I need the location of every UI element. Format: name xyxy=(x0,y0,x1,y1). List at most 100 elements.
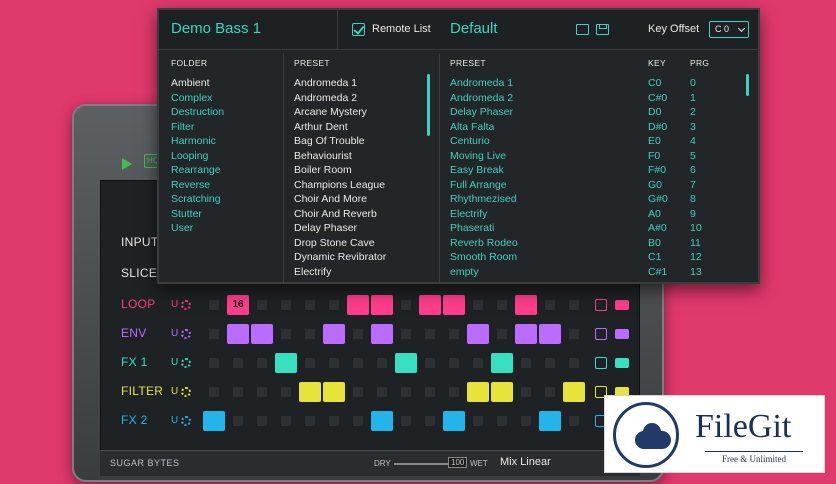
gear-icon[interactable] xyxy=(181,300,191,310)
step-cell[interactable] xyxy=(569,358,579,368)
step-cell[interactable] xyxy=(401,329,411,339)
step-cell[interactable] xyxy=(305,358,315,368)
gear-icon[interactable] xyxy=(181,358,191,368)
preset-title[interactable]: Demo Bass 1 xyxy=(171,20,261,37)
step-cell[interactable] xyxy=(209,329,219,339)
step-cell[interactable] xyxy=(233,387,243,397)
copy-icon[interactable] xyxy=(615,300,629,310)
step-cell[interactable] xyxy=(281,387,291,397)
step-cell[interactable] xyxy=(473,416,483,426)
active-step[interactable] xyxy=(299,382,321,402)
step-cell[interactable] xyxy=(425,416,435,426)
step-cell[interactable] xyxy=(305,329,315,339)
randomize-icon[interactable] xyxy=(595,299,607,311)
remote-preset-item[interactable]: Easy Break xyxy=(450,163,518,178)
step-cell[interactable] xyxy=(401,387,411,397)
remote-title[interactable]: Default xyxy=(450,20,498,37)
remote-key-item[interactable]: F0 xyxy=(648,149,668,164)
folder-item[interactable]: Looping xyxy=(171,149,224,164)
undo-button[interactable]: U xyxy=(171,386,178,397)
preset-item[interactable]: Arthur Dent xyxy=(294,120,386,135)
step-cell[interactable] xyxy=(257,387,267,397)
preset-item[interactable]: Arcane Mystery xyxy=(294,105,386,120)
step-cell[interactable] xyxy=(449,329,459,339)
active-step[interactable] xyxy=(443,411,465,431)
folder-item[interactable]: Scratching xyxy=(171,192,224,207)
remote-preset-item[interactable]: Reverb Rodeo xyxy=(450,236,518,251)
remote-preset-item[interactable]: empty xyxy=(450,265,518,280)
remote-key-item[interactable]: G#0 xyxy=(648,192,668,207)
step-cell[interactable] xyxy=(353,387,363,397)
remote-key-item[interactable]: C#0 xyxy=(648,91,668,106)
active-step[interactable] xyxy=(275,353,297,373)
remote-preset-item[interactable]: Smooth Room xyxy=(450,250,518,265)
row-label-fx2[interactable]: FX 2 xyxy=(121,413,148,427)
active-step[interactable] xyxy=(419,295,441,315)
remote-prg-item[interactable]: 1 xyxy=(690,91,702,106)
step-cell[interactable] xyxy=(209,387,219,397)
step-cell[interactable] xyxy=(209,300,219,310)
preset-item[interactable]: Bag Of Trouble xyxy=(294,134,386,149)
step-cell[interactable] xyxy=(281,416,291,426)
remote-key-item[interactable]: D0 xyxy=(648,105,668,120)
copy-icon[interactable] xyxy=(615,329,629,339)
preset-item[interactable]: Delay Phaser xyxy=(294,221,386,236)
play-icon[interactable] xyxy=(122,158,132,170)
step-cell[interactable] xyxy=(425,387,435,397)
remote-key-item[interactable]: C0 xyxy=(648,76,668,91)
step-cell[interactable] xyxy=(209,358,219,368)
row-label-fx1[interactable]: FX 1 xyxy=(121,355,148,369)
active-step[interactable] xyxy=(539,324,561,344)
remote-key-item[interactable]: C1 xyxy=(648,250,668,265)
randomize-icon[interactable] xyxy=(595,357,607,369)
step-cell[interactable] xyxy=(473,358,483,368)
step-cell[interactable] xyxy=(329,300,339,310)
step-cell[interactable] xyxy=(233,416,243,426)
active-step[interactable] xyxy=(467,324,489,344)
active-step[interactable] xyxy=(371,324,393,344)
step-cell[interactable] xyxy=(257,416,267,426)
remote-list-label[interactable]: Remote List xyxy=(372,23,431,35)
step-cell[interactable] xyxy=(353,358,363,368)
remote-preset-item[interactable]: Alta Falta xyxy=(450,120,518,135)
undo-button[interactable]: U xyxy=(171,415,178,426)
undo-button[interactable]: U xyxy=(171,357,178,368)
folder-item[interactable]: Ambient xyxy=(171,76,224,91)
preset-item[interactable]: Boiler Room xyxy=(294,163,386,178)
row-label-slice[interactable]: SLICE xyxy=(121,266,157,280)
step-cell[interactable] xyxy=(497,416,507,426)
active-step[interactable] xyxy=(467,382,489,402)
step-cell[interactable] xyxy=(473,300,483,310)
active-step[interactable] xyxy=(491,353,513,373)
remote-preset-item[interactable]: Electrify xyxy=(450,207,518,222)
step-cell[interactable] xyxy=(329,358,339,368)
remote-preset-item[interactable]: Rhythmezised xyxy=(450,192,518,207)
remote-prg-item[interactable]: 9 xyxy=(690,207,702,222)
remote-prg-item[interactable]: 0 xyxy=(690,76,702,91)
remote-prg-item[interactable]: 7 xyxy=(690,178,702,193)
active-step[interactable] xyxy=(227,324,249,344)
remote-key-item[interactable]: C#1 xyxy=(648,265,668,280)
folder-item[interactable]: Complex xyxy=(171,91,224,106)
step-cell[interactable] xyxy=(281,329,291,339)
active-step[interactable] xyxy=(251,324,273,344)
step-cell[interactable] xyxy=(401,300,411,310)
remote-preset-item[interactable]: Andromeda 1 xyxy=(450,76,518,91)
step-cell[interactable] xyxy=(281,300,291,310)
active-step[interactable] xyxy=(515,324,537,344)
folder-item[interactable]: User xyxy=(171,221,224,236)
active-step[interactable] xyxy=(491,382,513,402)
step-cell[interactable] xyxy=(353,329,363,339)
step-cell[interactable] xyxy=(521,358,531,368)
remote-prg-item[interactable]: 11 xyxy=(690,236,702,251)
step-cell[interactable] xyxy=(353,416,363,426)
remote-key-item[interactable]: A#0 xyxy=(648,221,668,236)
gear-icon[interactable] xyxy=(181,329,191,339)
step-cell[interactable] xyxy=(305,416,315,426)
remote-key-item[interactable]: F#0 xyxy=(648,163,668,178)
folder-icon[interactable] xyxy=(576,24,589,35)
preset-item[interactable]: Drop Stone Cave xyxy=(294,236,386,251)
active-step[interactable] xyxy=(323,382,345,402)
preset-item[interactable]: Andromeda 1 xyxy=(294,76,386,91)
active-step[interactable] xyxy=(395,353,417,373)
